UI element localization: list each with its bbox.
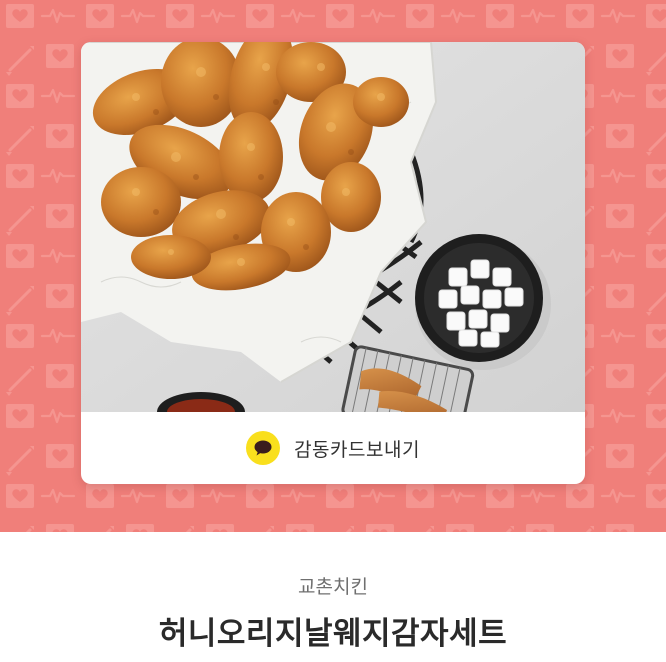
brand-name: 교촌치킨 — [298, 576, 368, 598]
product-name: 허니오리지날웨지감자세트 — [158, 616, 508, 652]
product-info: 교촌치킨 허니오리지날웨지감자세트 — [0, 532, 666, 662]
gift-banner: 감동카드보내기 — [0, 0, 666, 532]
send-gift-card-label: 감동카드보내기 — [294, 438, 420, 461]
product-photo — [81, 42, 585, 412]
gift-card: 감동카드보내기 — [81, 42, 585, 484]
send-gift-card-button[interactable]: 감동카드보내기 — [81, 412, 585, 484]
kakao-talk-bubble-icon — [246, 431, 281, 465]
